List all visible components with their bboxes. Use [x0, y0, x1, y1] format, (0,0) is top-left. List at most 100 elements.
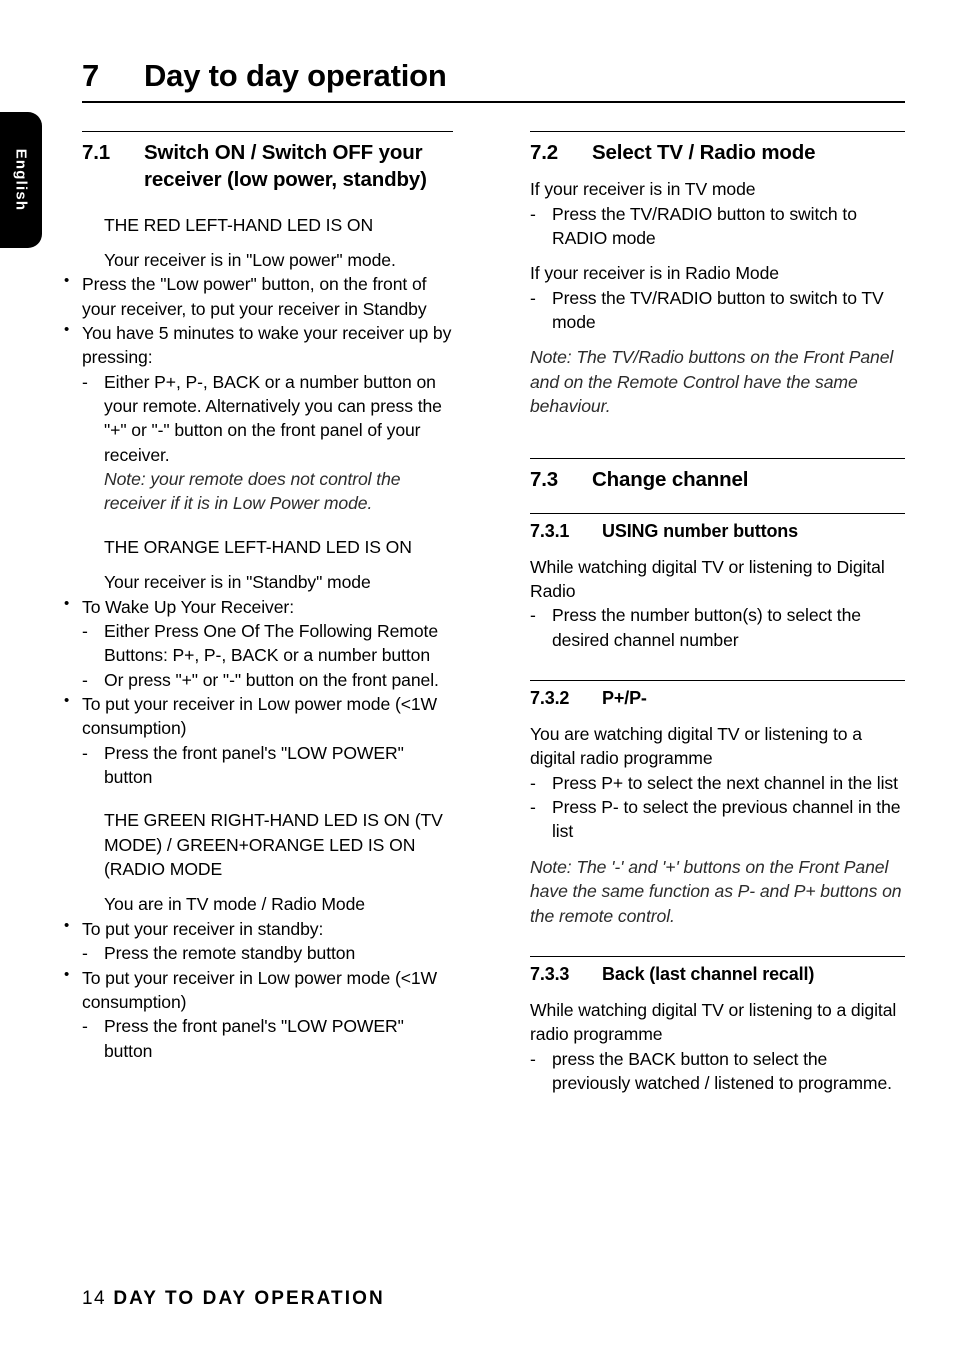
- list-item-text: You have 5 minutes to wake your receiver…: [82, 322, 452, 368]
- section-7-1-heading: 7.1 Switch ON / Switch OFF your receiver…: [82, 132, 453, 194]
- note-front-panel-buttons: Note: The '-' and '+' buttons on the Fro…: [530, 856, 902, 926]
- list-item: • You have 5 minutes to wake your receiv…: [64, 321, 453, 370]
- dash-icon: -: [82, 943, 88, 964]
- list-item-text: Or press "+" or "-" button on the front …: [104, 669, 439, 690]
- led-state-green: THE GREEN RIGHT-HAND LED IS ON (TV MODE)…: [104, 810, 443, 880]
- section-7-3-2-body: You are watching digital TV or listening…: [530, 722, 905, 928]
- section-7-1-title: Switch ON / Switch OFF your receiver (lo…: [144, 141, 427, 192]
- section-7-2-number: 7.2: [530, 141, 559, 164]
- section-7-3-1-body: While watching digital TV or listening t…: [530, 555, 905, 652]
- right-column: 7.2 Select TV / Radio mode If your recei…: [530, 131, 905, 1095]
- section-7-1-body: THE RED LEFT-HAND LED IS ON Your receive…: [64, 213, 453, 1064]
- number-buttons-list: - Press the number button(s) to select t…: [530, 603, 905, 652]
- led-state-orange-intro: Your receiver is in "Standby" mode: [104, 572, 371, 593]
- list-item: - Press the TV/RADIO button to switch to…: [530, 202, 905, 251]
- list-item: - press the BACK button to select the pr…: [530, 1047, 905, 1096]
- orange-bullet-list-2: • To put your receiver in Low power mode…: [64, 692, 453, 741]
- bullet-icon: •: [64, 272, 70, 290]
- section-7-2-body: If your receiver is in TV mode - Press t…: [530, 177, 905, 418]
- list-item-text: Either P+, P-, BACK or a number button o…: [104, 371, 442, 465]
- dash-icon: -: [530, 797, 536, 818]
- bullet-icon: •: [64, 594, 70, 612]
- list-item-text: Press P- to select the previous channel …: [552, 797, 901, 842]
- chapter-title: Day to day operation: [144, 58, 447, 93]
- list-item: • To put your receiver in Low power mode…: [64, 692, 453, 741]
- dash-icon: -: [530, 605, 536, 626]
- dash-icon: -: [530, 287, 536, 308]
- section-7-3-2-number: 7.3.2: [530, 688, 570, 709]
- list-item: - Or press "+" or "-" button on the fron…: [82, 668, 453, 692]
- p-plus-minus-intro: You are watching digital TV or listening…: [530, 724, 862, 769]
- section-7-3-2-title: P+/P-: [602, 688, 647, 709]
- list-item: - Press the front panel's "LOW POWER" bu…: [82, 741, 453, 790]
- green-dash-list-1: - Press the remote standby button: [82, 941, 453, 965]
- list-item-text: Press the front panel's "LOW POWER" butt…: [104, 742, 404, 788]
- footer-running-title: DAY TO DAY OPERATION: [113, 1288, 385, 1309]
- list-item: • Press the "Low power" button, on the f…: [64, 272, 453, 321]
- section-7-3-3-number: 7.3.3: [530, 963, 570, 984]
- list-item-text: Press the TV/RADIO button to switch to T…: [552, 287, 884, 333]
- green-bullet-list-2: • To put your receiver in Low power mode…: [64, 966, 453, 1015]
- list-item: - Either P+, P-, BACK or a number button…: [82, 370, 453, 467]
- section-7-3-heading: 7.3 Change channel: [530, 459, 905, 493]
- tv-mode-intro: If your receiver is in TV mode: [530, 179, 756, 200]
- back-button-list: - press the BACK button to select the pr…: [530, 1047, 905, 1096]
- list-item: • To put your receiver in standby:: [64, 917, 453, 941]
- list-item-text: Press the remote standby button: [104, 943, 356, 964]
- list-item-text: To put your receiver in standby:: [82, 918, 324, 939]
- page-content: 7 Day to day operation 7.1 Switch ON / S…: [64, 0, 905, 1352]
- list-item-text: press the BACK button to select the prev…: [552, 1048, 892, 1093]
- led-state-green-intro: You are in TV mode / Radio Mode: [104, 894, 365, 915]
- tv-mode-list: - Press the TV/RADIO button to switch to…: [530, 202, 905, 251]
- list-item-text: Press the TV/RADIO button to switch to R…: [552, 203, 857, 248]
- dash-icon: -: [82, 742, 88, 763]
- column-gutter: [453, 131, 530, 1095]
- chapter-heading: 7 Day to day operation: [82, 0, 905, 94]
- led-state-orange: THE ORANGE LEFT-HAND LED IS ON: [104, 536, 412, 557]
- dash-icon: -: [82, 669, 88, 690]
- list-item-text: Press P+ to select the next channel in t…: [552, 772, 898, 793]
- section-7-1-number: 7.1: [82, 141, 111, 164]
- orange-bullet-list-1: • To Wake Up Your Receiver:: [64, 595, 453, 619]
- note-tv-radio: Note: The TV/Radio buttons on the Front …: [530, 347, 894, 417]
- orange-dash-list-2: - Press the front panel's "LOW POWER" bu…: [82, 741, 453, 790]
- list-item: • To Wake Up Your Receiver:: [64, 595, 453, 619]
- list-item: - Press the TV/RADIO button to switch to…: [530, 286, 905, 335]
- radio-mode-list: - Press the TV/RADIO button to switch to…: [530, 286, 905, 335]
- footer-page-number: 14: [82, 1288, 106, 1309]
- chapter-divider: [82, 101, 905, 103]
- radio-mode-intro: If your receiver is in Radio Mode: [530, 263, 779, 284]
- list-item: - Press P+ to select the next channel in…: [530, 771, 905, 795]
- back-button-intro: While watching digital TV or listening t…: [530, 999, 897, 1045]
- dash-icon: -: [82, 620, 88, 641]
- list-item-text: To put your receiver in Low power mode (…: [82, 693, 438, 739]
- red-dash-list: - Either P+, P-, BACK or a number button…: [82, 370, 453, 467]
- bullet-icon: •: [64, 916, 70, 934]
- section-7-3-1-heading: 7.3.1 USING number buttons: [530, 514, 905, 544]
- green-bullet-list-1: • To put your receiver in standby:: [64, 917, 453, 941]
- list-item: - Press P- to select the previous channe…: [530, 795, 905, 844]
- page-footer: 14 DAY TO DAY OPERATION: [82, 1288, 385, 1310]
- p-plus-minus-list: - Press P+ to select the next channel in…: [530, 771, 905, 844]
- section-7-3-1-title: USING number buttons: [602, 520, 798, 541]
- led-state-red: THE RED LEFT-HAND LED IS ON: [104, 214, 374, 235]
- number-buttons-intro: While watching digital TV or listening t…: [530, 556, 885, 602]
- bullet-icon: •: [64, 691, 70, 709]
- note-red: Note: your remote does not control the r…: [104, 469, 401, 514]
- section-7-2-title: Select TV / Radio mode: [592, 141, 816, 164]
